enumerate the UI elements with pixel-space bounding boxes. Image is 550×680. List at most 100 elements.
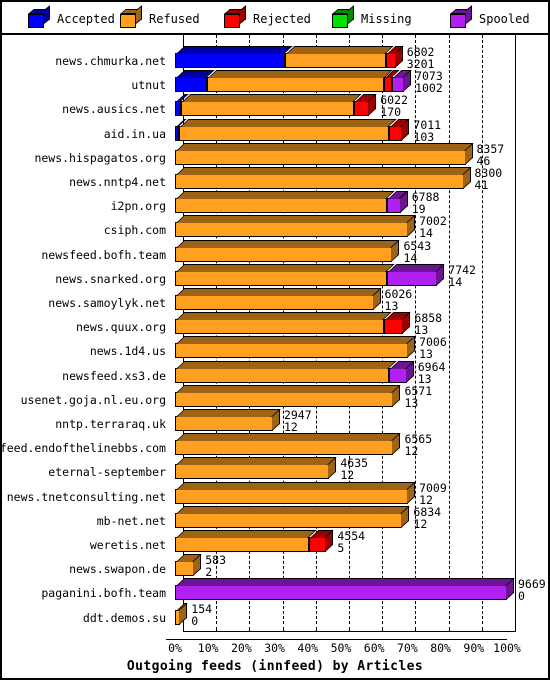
bar-segment-rejected: [384, 70, 400, 93]
bar-value-secondary: 13: [384, 299, 399, 313]
legend-item-refused: Refused: [120, 2, 200, 35]
bar-value-secondary: 103: [413, 129, 435, 144]
y-axis-label: i2pn.org: [110, 199, 166, 214]
x-axis-tick: [448, 626, 450, 632]
y-axis-label: news.tnetconsulting.net: [6, 489, 166, 504]
legend-label: Missing: [361, 11, 412, 26]
bar-segment-spooled: [175, 578, 515, 601]
bar-segment-refused: [175, 191, 396, 214]
y-axis-label: news.hispagatos.org: [34, 150, 166, 165]
x-axis-tick: [315, 626, 317, 632]
bar-segment-refused: [180, 94, 362, 117]
x-axis-tick-label: 100%: [493, 640, 521, 655]
bar-segment-refused: [175, 530, 318, 552]
bar-value-secondary: 5: [337, 541, 345, 555]
bar-segment-refused: [175, 312, 392, 335]
x-axis-tick: [415, 626, 417, 632]
bar-value-secondary: 41: [474, 178, 489, 192]
y-axis-label: paganini.bofh.team: [41, 586, 166, 601]
x-axis-tick: [382, 626, 384, 632]
bar-segment-accepted: [175, 118, 187, 141]
x-axis-line: [166, 638, 507, 640]
y-axis-label: news.chmurka.net: [55, 54, 166, 68]
y-axis-label: eternal-september: [48, 465, 166, 480]
legend-label: Refused: [149, 11, 200, 26]
legend-item-spooled: Spooled: [450, 2, 530, 35]
y-axis-label: usenet.goja.nl.eu.org: [20, 392, 166, 407]
bar-segment-refused: [175, 457, 337, 480]
y-axis-label: news.ausics.net: [62, 102, 166, 117]
bar-segment-refused: [284, 46, 394, 68]
y-axis-label: aid.in.ua: [103, 126, 166, 141]
bar-segment-rejected: [354, 94, 377, 117]
cube-icon: [224, 4, 246, 28]
y-axis-label: news.swapon.de: [69, 562, 166, 577]
legend-label: Rejected: [253, 11, 311, 26]
y-axis-label: newsfeed.bofh.team: [41, 247, 166, 262]
legend-label: Spooled: [479, 11, 530, 26]
bar-value-secondary: 12: [404, 444, 419, 459]
bar-segment-refused: [175, 408, 281, 431]
x-axis-tick: [349, 626, 350, 632]
bar-segment-refused: [175, 432, 402, 456]
bar-segment-spooled: [389, 360, 415, 383]
bar-segment-accepted: [175, 46, 293, 68]
y-axis-label: nntp.terraraq.uk: [55, 417, 166, 431]
bar-value-total: 6964: [417, 359, 446, 374]
legend-item-missing: Missing: [332, 2, 412, 35]
bar-segment-refused: [175, 215, 416, 238]
bar-segment-refused: [175, 602, 188, 625]
x-axis-tick: [216, 626, 218, 632]
bar-value-secondary: 13: [417, 371, 432, 386]
y-axis-label: mb-net.net: [96, 513, 166, 528]
bar-segment-refused: [175, 384, 402, 407]
y-axis-label: csiph.com: [103, 223, 166, 238]
bar-segment-refused: [175, 287, 382, 310]
bar-value-total: 7011: [413, 117, 442, 132]
bar-segment-spooled: [392, 69, 412, 93]
x-axis-tick: [481, 626, 483, 632]
y-axis-label: news.samoylyk.net: [48, 296, 166, 310]
bar-segment-refused: [175, 166, 472, 189]
y-axis-label: utnut: [131, 78, 166, 93]
bar-value-secondary: 12: [283, 420, 298, 434]
grid-line: [448, 35, 450, 624]
y-axis-label: news.1d4.us: [89, 344, 166, 359]
plot-right-border: [515, 35, 516, 632]
bar-segment-refused: [175, 505, 410, 528]
y-axis-label: news.quux.org: [75, 320, 166, 335]
bar-segment-refused: [175, 239, 401, 262]
bar-value-secondary: 14: [419, 226, 433, 241]
x-axis-tick: [515, 626, 516, 632]
bar-value-secondary: 12: [413, 516, 428, 531]
y-axis-label: ddt.demos.su: [82, 610, 166, 625]
bar-value-secondary: 12: [419, 492, 433, 507]
bar-segment-refused: [175, 263, 396, 286]
chart-legend: Accepted Refused Rejected Missing Spooled: [2, 2, 548, 35]
legend-label: Accepted: [57, 11, 115, 26]
chart-page: Accepted Refused Rejected Missing Spooled Ou…: [0, 0, 550, 680]
bar-segment-refused: [175, 481, 416, 504]
cube-icon: [450, 4, 472, 28]
bar-value-total: 6543: [403, 238, 432, 253]
y-axis-label: weretis.net: [89, 538, 166, 552]
legend-item-rejected: Rejected: [224, 2, 311, 35]
bar-segment-rejected: [309, 529, 334, 552]
x-axis-tick: [249, 626, 251, 632]
y-axis-label: news.snarked.org: [55, 271, 166, 286]
cube-icon: [120, 4, 142, 28]
bar-segment-accepted: [175, 70, 215, 93]
bar-segment-spooled: [387, 263, 445, 286]
bar-segment-spooled: [387, 190, 409, 214]
chart-x-axis-title: Outgoing feeds (innfeed) by Articles: [126, 658, 424, 674]
cube-icon: [332, 4, 354, 28]
bar-value-total: 154: [191, 601, 213, 616]
bar-value-secondary: 13: [419, 347, 433, 362]
bar-value-secondary: 13: [404, 395, 419, 410]
bar-value-secondary: 2: [205, 565, 213, 580]
bar-segment-refused: [175, 553, 202, 577]
grid-line: [481, 35, 483, 624]
bar-value-secondary: 0: [191, 613, 199, 628]
bar-value-secondary: 170: [380, 105, 401, 120]
bar-segment-refused: [175, 142, 474, 165]
